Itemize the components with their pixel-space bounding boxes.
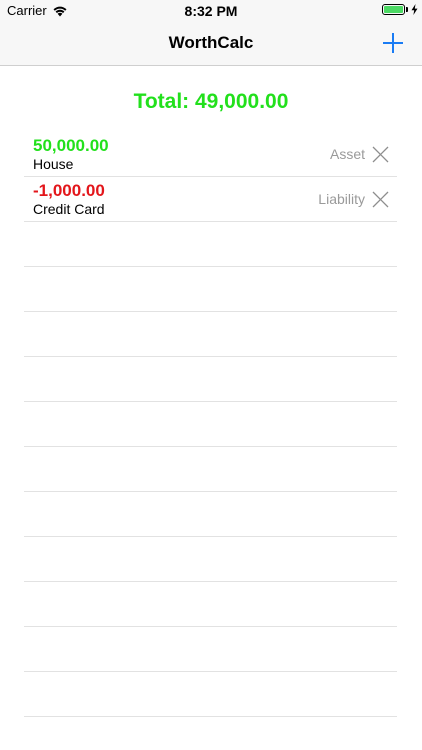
battery-level [384,6,403,13]
empty-row [24,402,397,447]
empty-row [24,267,397,312]
empty-row [24,627,397,672]
empty-row [24,492,397,537]
empty-row [24,672,397,717]
status-bar: Carrier 8:32 PM [0,0,422,22]
battery-icon [382,4,405,15]
empty-row [24,447,397,492]
empty-row [24,222,397,267]
navigation-bar: WorthCalc [0,22,422,66]
status-time: 8:32 PM [184,3,238,19]
item-type: Asset [329,146,365,162]
close-icon[interactable] [372,191,389,208]
item-name: Credit Card [33,201,105,217]
total-value: Total: 49,000.00 [133,90,289,113]
empty-rows [24,222,397,717]
charging-bolt-icon [411,4,418,15]
empty-row [24,357,397,402]
item-name: House [33,156,74,172]
list-item[interactable]: 50,000.00 House Asset [24,132,397,177]
item-type: Liability [318,191,365,207]
items-list: 50,000.00 House Asset -1,000.00 Credit C… [24,132,397,717]
item-amount: 50,000.00 [33,136,109,155]
item-amount: -1,000.00 [33,181,105,200]
empty-row [24,537,397,582]
page-title: WorthCalc [168,33,254,52]
list-item[interactable]: -1,000.00 Credit Card Liability [24,177,397,222]
add-item-button[interactable] [382,32,404,54]
empty-row [24,582,397,627]
battery-tip [406,7,408,12]
empty-row [24,312,397,357]
close-icon[interactable] [372,146,389,163]
battery-indicator [382,4,418,15]
